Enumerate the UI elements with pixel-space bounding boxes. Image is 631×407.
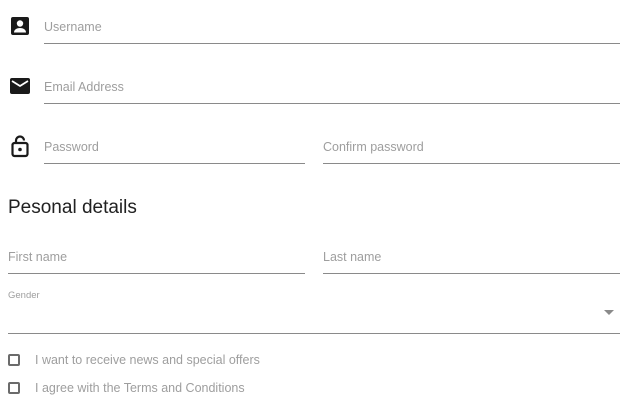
- terms-checkbox-label: I agree with the Terms and Conditions: [35, 381, 245, 395]
- terms-checkbox-row[interactable]: I agree with the Terms and Conditions: [8, 380, 245, 396]
- first-name-field[interactable]: First name: [8, 234, 305, 274]
- gender-label: Gender: [8, 290, 40, 301]
- password-placeholder: Password: [44, 140, 99, 154]
- news-checkbox-row[interactable]: I want to receive news and special offer…: [8, 352, 260, 368]
- lock-open-icon: [8, 134, 32, 158]
- gender-underline: [8, 333, 620, 334]
- confirm-password-placeholder: Confirm password: [323, 140, 424, 154]
- confirm-password-field[interactable]: Confirm password: [323, 124, 620, 164]
- username-underline: [44, 43, 620, 44]
- password-underline: [44, 163, 305, 164]
- first-name-underline: [8, 273, 305, 274]
- first-name-placeholder: First name: [8, 250, 68, 264]
- password-field[interactable]: Password: [44, 124, 305, 164]
- terms-checkbox[interactable]: [8, 382, 20, 394]
- dropdown-arrow-icon[interactable]: [604, 310, 614, 315]
- last-name-field[interactable]: Last name: [323, 234, 620, 274]
- email-underline: [44, 103, 620, 104]
- confirm-password-underline: [323, 163, 620, 164]
- email-icon: [8, 74, 32, 98]
- account-box-icon: [8, 14, 32, 38]
- news-checkbox[interactable]: [8, 354, 20, 366]
- username-field[interactable]: Username: [44, 4, 620, 44]
- username-placeholder: Username: [44, 20, 102, 34]
- gender-select[interactable]: Gender: [8, 288, 620, 334]
- last-name-underline: [323, 273, 620, 274]
- section-title-personal-details: Pesonal details: [8, 197, 137, 218]
- last-name-placeholder: Last name: [323, 250, 382, 264]
- news-checkbox-label: I want to receive news and special offer…: [35, 353, 260, 367]
- email-field[interactable]: Email Address: [44, 64, 620, 104]
- email-placeholder: Email Address: [44, 80, 124, 94]
